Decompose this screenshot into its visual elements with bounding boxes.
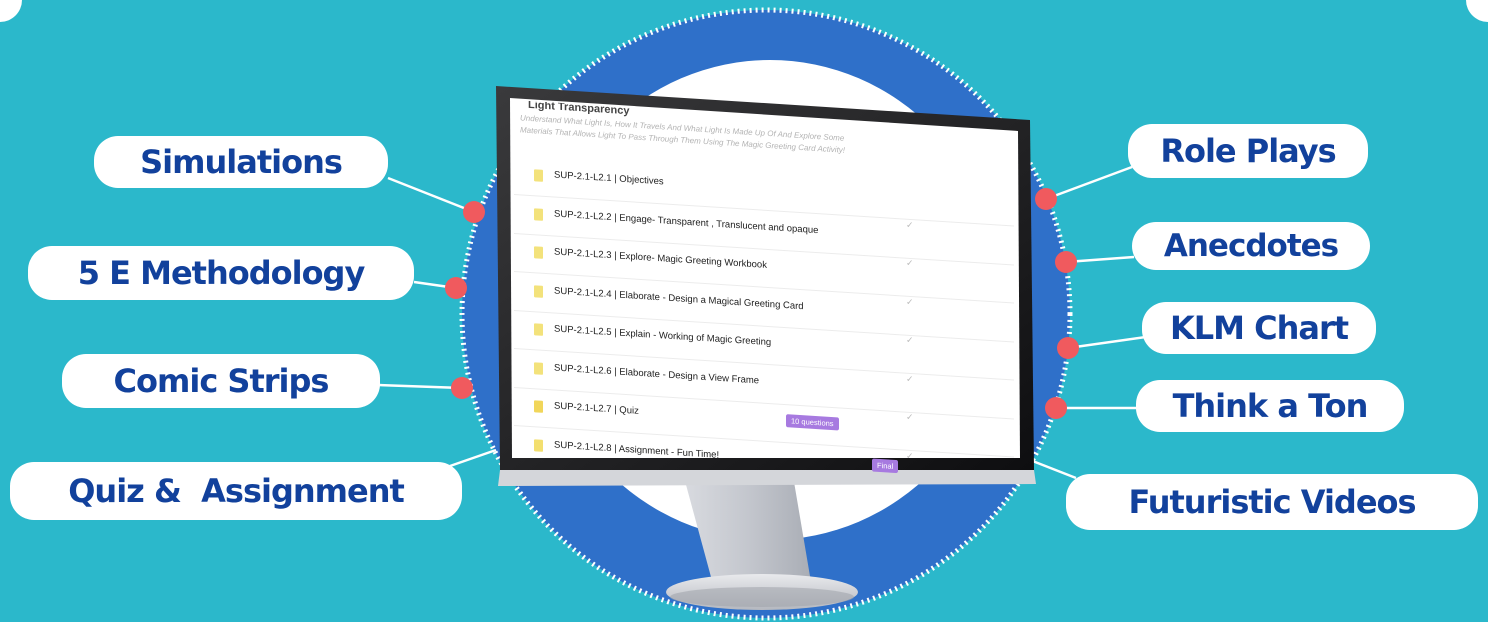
- lesson-title: SUP-2.1-L2.5 | Explain - Working of Magi…: [554, 323, 772, 349]
- check-icon: ✓: [906, 219, 914, 230]
- feature-pill-futuristic-videos: Futuristic Videos: [1066, 474, 1478, 530]
- feature-pill-think-a-ton: Think a Ton: [1136, 380, 1404, 432]
- infographic: Light Transparency Understand What Light…: [0, 0, 1488, 622]
- document-icon: [534, 246, 543, 259]
- check-icon: ✓: [906, 373, 914, 384]
- lesson-title: SUP-2.1-L2.2 | Engage- Transparent , Tra…: [554, 208, 819, 236]
- quiz-icon: [534, 400, 543, 413]
- check-icon: ✓: [906, 411, 914, 423]
- feature-pill-anecdotes: Anecdotes: [1132, 222, 1370, 270]
- lesson-title: SUP-2.1-L2.3 | Explore- Magic Greeting W…: [554, 246, 767, 271]
- document-icon: [534, 323, 543, 336]
- lesson-title: SUP-2.1-L2.6 | Elaborate - Design a View…: [554, 362, 760, 386]
- course-description: Understand What Light Is, How It Travels…: [520, 113, 846, 155]
- document-icon: [534, 361, 543, 375]
- check-icon: ✓: [906, 450, 914, 461]
- feature-pill-comic-strips: Comic Strips: [62, 354, 380, 408]
- document-icon: [534, 207, 543, 221]
- feature-pill-simulations: Simulations: [94, 136, 388, 188]
- feature-pill-5e-methodology: 5 E Methodology: [28, 246, 414, 300]
- assignment-icon: [534, 438, 543, 452]
- screen-content: Light Transparency Understand What Light…: [514, 100, 1014, 488]
- lesson-title: SUP-2.1-L2.8 | Assignment - Fun Time!: [554, 439, 720, 461]
- lesson-title: SUP-2.1-L2.4 | Elaborate - Design a Magi…: [554, 285, 804, 312]
- feature-pill-role-plays: Role Plays: [1128, 124, 1368, 178]
- feature-pill-klm-chart: KLM Chart: [1142, 302, 1376, 354]
- document-icon: [534, 169, 543, 182]
- lesson-badge: 10 questions: [786, 414, 839, 431]
- document-icon: [534, 284, 543, 298]
- lesson-badge: Final: [872, 458, 899, 473]
- lesson-title: SUP-2.1-L2.1 | Objectives: [554, 169, 664, 188]
- lesson-title: SUP-2.1-L2.7 | Quiz: [554, 400, 639, 417]
- check-icon: ✓: [906, 334, 914, 346]
- check-icon: ✓: [906, 257, 914, 269]
- feature-pill-quiz-assignment: Quiz & Assignment: [10, 462, 462, 520]
- check-icon: ✓: [906, 296, 914, 307]
